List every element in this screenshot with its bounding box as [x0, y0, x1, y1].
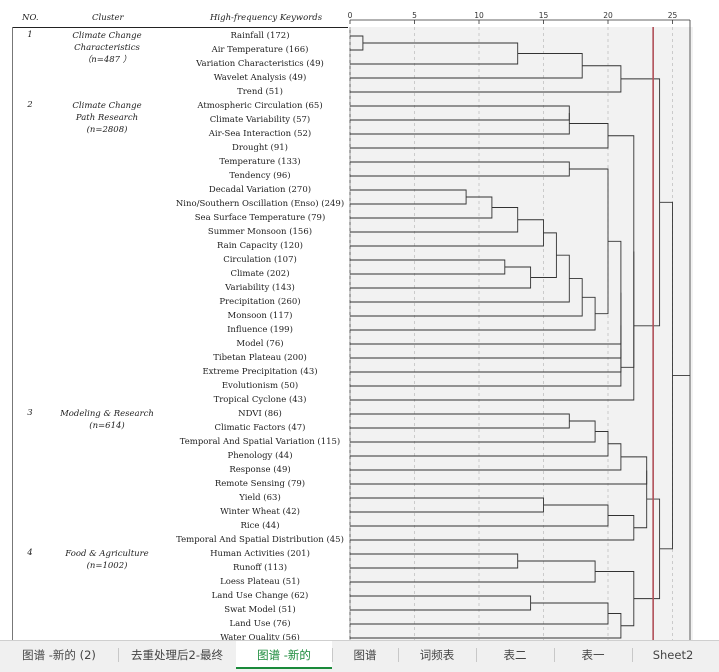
keyword-label: Drought (91)	[232, 143, 288, 153]
cluster-name-line: Characteristics	[74, 43, 140, 53]
sheet-tab-bar: 图谱 -新的 (2) 去重处理后2-最终 图谱 -新的 图谱 词频表 表二 表一 Sheet2	[0, 640, 719, 672]
keyword-label: Temperature (133)	[219, 157, 301, 167]
keyword-label: Precipitation (260)	[219, 297, 301, 307]
cluster-number: 2	[27, 100, 33, 110]
header-keywords: High-frequency Keywords	[210, 13, 323, 23]
axis-tick-label: 10	[474, 11, 484, 20]
keyword-label: Wavelet Analysis (49)	[213, 73, 307, 83]
keyword-label: Extreme Precipitation (43)	[202, 367, 318, 377]
keyword-label: Rice (44)	[240, 521, 280, 531]
keyword-label: Phenology (44)	[227, 451, 293, 461]
keyword-label: Yield (63)	[239, 493, 281, 503]
keyword-label: Model (76)	[236, 339, 284, 349]
sheet-tab[interactable]: 去重处理后2-最终	[118, 641, 236, 669]
axis-tick-label: 20	[603, 11, 613, 20]
cluster-name-line: Modeling & Research	[60, 409, 154, 419]
keyword-label: Circulation (107)	[223, 255, 297, 265]
table-left-border	[12, 27, 13, 640]
axis-tick-label: 15	[539, 11, 549, 20]
sheet-tab[interactable]: 表二	[476, 641, 554, 669]
sheet-tab[interactable]: 表一	[554, 641, 632, 669]
cluster-name-line: （n=487 ）	[82, 55, 132, 65]
keyword-label: Rain Capacity (120)	[217, 241, 303, 251]
keyword-label: Sea Surface Temperature (79)	[194, 213, 326, 223]
cluster-name-line: Climate Change	[72, 31, 142, 41]
cluster-number: 4	[27, 548, 33, 558]
keyword-label: Climate Variability (57)	[209, 115, 311, 125]
header-cluster: Cluster	[92, 13, 124, 23]
keyword-label: Winter Wheat (42)	[220, 507, 300, 517]
sheet-tab[interactable]: 图谱 -新的 (2)	[0, 641, 118, 669]
keyword-label: Atmospheric Circulation (65)	[197, 101, 323, 111]
keyword-label: Variability (143)	[225, 283, 295, 293]
cluster-name-line: Climate Change	[72, 101, 142, 111]
keyword-label: NDVI (86)	[238, 409, 282, 419]
keyword-label: Land Use Change (62)	[211, 591, 309, 601]
keyword-label: Trend (51)	[237, 87, 283, 97]
dendrogram-chart: 0 5 10 15 20 25	[348, 11, 693, 640]
keyword-label: Runoff (113)	[232, 563, 288, 573]
cluster-number: 1	[27, 30, 33, 40]
keyword-label: Human Activities (201)	[210, 549, 310, 559]
keyword-label: Variation Characteristics (49)	[196, 59, 324, 69]
keyword-label: Loess Plateau (51)	[220, 577, 300, 587]
keyword-label: Air Temperature (166)	[211, 45, 309, 55]
keyword-label: Tibetan Plateau (200)	[213, 353, 307, 363]
keyword-label: Tropical Cyclone (43)	[213, 395, 307, 405]
keyword-label: Rainfall (172)	[230, 31, 290, 41]
cluster-name: Modeling & Research (n=614)	[56, 408, 158, 432]
keyword-label: Air-Sea Interaction (52)	[208, 129, 312, 139]
axis-tick-label: 25	[668, 11, 678, 20]
cluster-number: 3	[27, 408, 33, 418]
cluster-name-line: Path Research	[75, 113, 139, 123]
plot-background	[350, 27, 693, 640]
axis-tick-label: 0	[348, 11, 353, 20]
keyword-label: Summer Monsoon (156)	[207, 227, 313, 237]
keyword-label: Temporal And Spatial Variation (115)	[179, 437, 341, 447]
keyword-label: Water Quality (56)	[220, 633, 300, 640]
sheet-tab[interactable]: 图谱 -新的	[236, 641, 332, 669]
keyword-label: Remote Sensing (79)	[214, 479, 306, 489]
cluster-name: Climate Change Path Research (n=2808)	[56, 100, 158, 136]
keyword-label: Temporal And Spatial Distribution (45)	[176, 535, 344, 545]
header-no: NO.	[22, 13, 39, 23]
cluster-name-line: (n=614)	[89, 421, 125, 431]
cluster-name: Food & Agriculture (n=1002)	[56, 548, 158, 572]
sheet-tab[interactable]: 词频表	[398, 641, 476, 669]
keyword-label: Land Use (76)	[229, 619, 291, 629]
keyword-label: Climate (202)	[230, 269, 290, 279]
cluster-name-line: Food & Agriculture	[65, 549, 149, 559]
cluster-name: Climate Change Characteristics （n=487 ）	[56, 30, 158, 66]
keyword-label: Evolutionism (50)	[221, 381, 299, 391]
keyword-label: Swat Model (51)	[224, 605, 296, 615]
spreadsheet-canvas[interactable]: 0 5 10 15 20 25 NO. Cluster High-frequency Ke…	[0, 0, 719, 640]
keyword-label: Nino/Southern Oscillation (Enso) (249)	[175, 199, 345, 209]
keyword-label: Monsoon (117)	[227, 311, 293, 321]
axis-tick-label: 5	[412, 11, 417, 20]
sheet-tab[interactable]: Sheet2	[632, 641, 714, 669]
keyword-label: Response (49)	[229, 465, 291, 475]
keyword-label: Decadal Variation (270)	[208, 185, 312, 195]
keyword-label: Influence (199)	[227, 325, 293, 335]
keyword-label: Tendency (96)	[229, 171, 291, 181]
header-rule	[12, 27, 348, 28]
sheet-tab[interactable]: 图谱	[332, 641, 398, 669]
cluster-name-line: (n=1002)	[86, 561, 128, 571]
keyword-label: Climatic Factors (47)	[214, 423, 306, 433]
cluster-name-line: (n=2808)	[86, 125, 128, 135]
